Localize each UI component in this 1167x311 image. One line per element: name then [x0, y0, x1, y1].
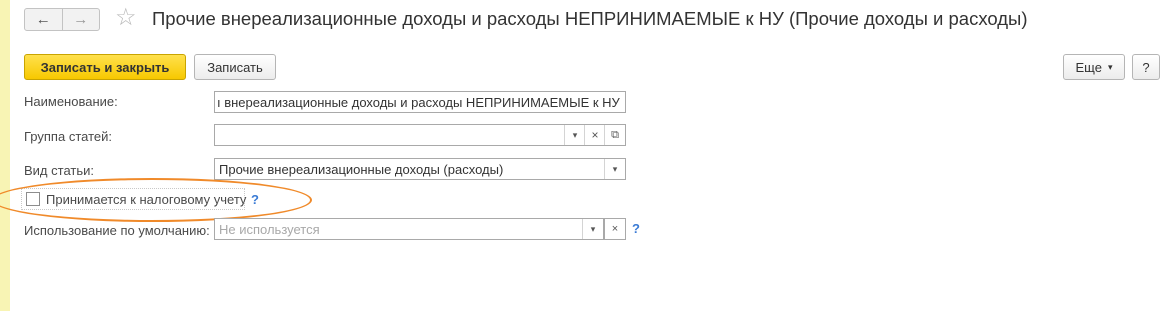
- name-value: ı внереализационные доходы и расходы НЕП…: [217, 95, 620, 110]
- forward-icon[interactable]: →: [61, 9, 100, 30]
- default-usage-clear-icon[interactable]: ×: [604, 218, 626, 240]
- group-input[interactable]: ▾ × ⧉: [214, 124, 626, 146]
- left-panel-stripe: [0, 0, 10, 311]
- save-button[interactable]: Записать: [194, 54, 276, 80]
- page-title: Прочие внереализационные доходы и расход…: [152, 8, 1028, 29]
- navigation-buttons: ← →: [24, 8, 100, 31]
- save-and-close-button[interactable]: Записать и закрыть: [24, 54, 186, 80]
- name-input[interactable]: ı внереализационные доходы и расходы НЕП…: [214, 91, 626, 113]
- more-button[interactable]: Еще ▾: [1063, 54, 1125, 80]
- group-open-icon[interactable]: ⧉: [604, 125, 625, 145]
- name-label: Наименование:: [24, 94, 118, 109]
- default-usage-help-icon[interactable]: ?: [632, 221, 640, 236]
- default-usage-label: Использование по умолчанию:: [24, 223, 210, 238]
- group-label: Группа статей:: [24, 129, 112, 144]
- favorite-star-icon[interactable]: ☆: [115, 4, 137, 32]
- highlight-ellipse: [0, 178, 312, 222]
- more-label: Еще: [1075, 59, 1102, 75]
- item-type-input[interactable]: Прочие внереализационные доходы (расходы…: [214, 158, 626, 180]
- item-type-dropdown-icon[interactable]: ▾: [604, 159, 625, 179]
- chevron-down-icon: ▾: [1107, 61, 1113, 72]
- group-clear-icon[interactable]: ×: [584, 125, 605, 145]
- default-usage-dropdown-icon[interactable]: ▾: [582, 219, 603, 239]
- default-usage-input[interactable]: Не используется ▾: [214, 218, 604, 240]
- item-type-value: Прочие внереализационные доходы (расходы…: [219, 162, 504, 177]
- group-dropdown-icon[interactable]: ▾: [564, 125, 585, 145]
- help-button[interactable]: ?: [1132, 54, 1160, 80]
- default-usage-placeholder: Не используется: [219, 222, 320, 237]
- item-type-label: Вид статьи:: [24, 163, 94, 178]
- back-icon[interactable]: ←: [25, 9, 62, 30]
